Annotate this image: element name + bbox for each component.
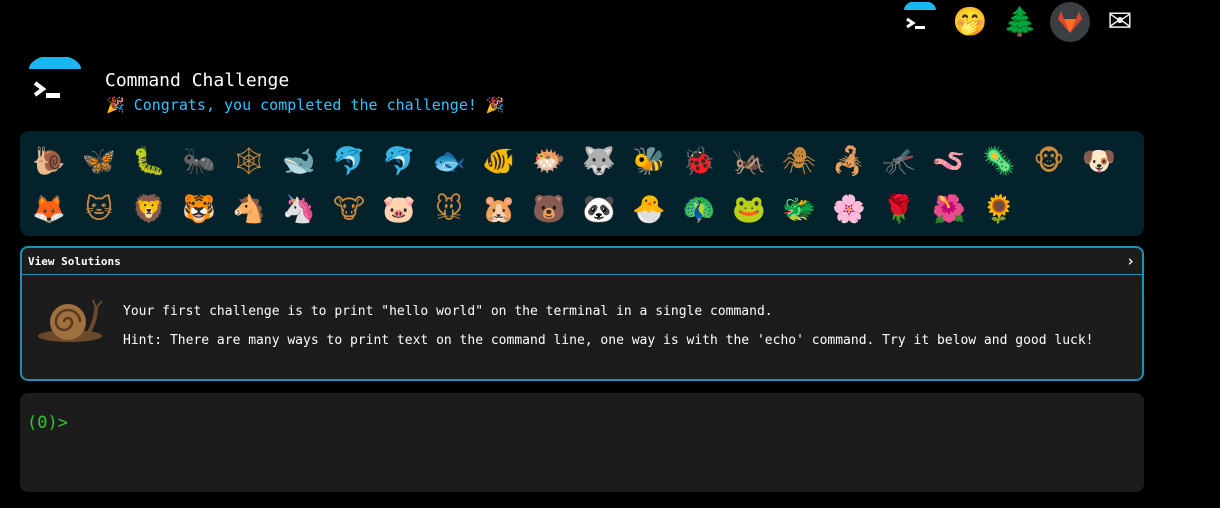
spider-web-icon[interactable]: 🕸 bbox=[224, 139, 274, 183]
fox-icon[interactable]: 🦊 bbox=[24, 187, 74, 231]
congrats-message: 🎉 Congrats, you completed the challenge!… bbox=[106, 96, 505, 114]
gitlab-icon[interactable] bbox=[1050, 2, 1090, 42]
progress-emoji-panel: 🐌 🦋 🐛 🐜 🕸 🐋 🐬 🐬 🐟 🐠 🐡 🐺 🐝 🐞 🦗 🕷 🦂 🦟 🪱 🦠 … bbox=[20, 131, 1144, 236]
hibiscus-icon[interactable]: 🌺 bbox=[924, 187, 974, 231]
horse-icon[interactable]: 🐴 bbox=[224, 187, 274, 231]
hamster-icon[interactable]: 🐹 bbox=[474, 187, 524, 231]
mouse-icon[interactable]: 🐭 bbox=[424, 187, 474, 231]
shushing-face-icon[interactable]: 🤭 bbox=[950, 2, 990, 42]
unicorn-icon[interactable]: 🦄 bbox=[274, 187, 324, 231]
cricket-icon[interactable]: 🦗 bbox=[724, 139, 774, 183]
sunflower-icon[interactable]: 🌻 bbox=[974, 187, 1024, 231]
emoji-row-2: 🦊 🐱 🦁 🐯 🐴 🦄 🐮 🐷 🐭 🐹 🐻 🐼 🐣 🦚 🐸 🐲 🌸 🌹 🌺 🌻 bbox=[24, 185, 1140, 233]
monkey-icon[interactable]: 🐵 bbox=[1024, 139, 1074, 183]
peacock-icon[interactable]: 🦚 bbox=[674, 187, 724, 231]
fly-icon[interactable]: 🦟 bbox=[874, 139, 924, 183]
microbe-icon[interactable]: 🦠 bbox=[974, 139, 1024, 183]
cherry-blossom-icon[interactable]: 🌸 bbox=[824, 187, 874, 231]
wolf-icon[interactable]: 🐺 bbox=[574, 139, 624, 183]
butterfly-icon[interactable]: 🦋 bbox=[74, 139, 124, 183]
bear-icon[interactable]: 🐻 bbox=[524, 187, 574, 231]
worm-icon[interactable]: 🪱 bbox=[924, 139, 974, 183]
view-solutions-bar[interactable]: View Solutions › bbox=[22, 248, 1142, 275]
challenge-card: View Solutions › Your first challenge is… bbox=[20, 246, 1144, 381]
terminal-prompt: (0)> bbox=[27, 413, 68, 433]
view-solutions-label[interactable]: View Solutions bbox=[28, 255, 121, 268]
spider-icon[interactable]: 🕷 bbox=[774, 139, 824, 183]
challenge-hint: Hint: There are many ways to print text … bbox=[123, 333, 1094, 348]
snail-icon bbox=[36, 298, 106, 348]
bee-icon[interactable]: 🐝 bbox=[624, 139, 674, 183]
command-challenge-logo bbox=[27, 55, 83, 113]
emoji-row-1: 🐌 🦋 🐛 🐜 🕸 🐋 🐬 🐬 🐟 🐠 🐡 🐺 🐝 🐞 🦗 🕷 🦂 🦟 🪱 🦠 … bbox=[24, 137, 1140, 185]
top-nav: 🤭 🌲 ✉ bbox=[900, 0, 1150, 44]
page-title: Command Challenge bbox=[105, 70, 290, 91]
cat-icon[interactable]: 🐱 bbox=[74, 187, 124, 231]
caterpillar-icon[interactable]: 🐛 bbox=[124, 139, 174, 183]
dragon-icon[interactable]: 🐲 bbox=[774, 187, 824, 231]
tropical-fish-icon[interactable]: 🐠 bbox=[474, 139, 524, 183]
frog-icon[interactable]: 🐸 bbox=[724, 187, 774, 231]
mail-icon[interactable]: ✉ bbox=[1100, 2, 1140, 42]
terminal[interactable]: (0)> bbox=[20, 393, 1144, 492]
lion-icon[interactable]: 🦁 bbox=[124, 187, 174, 231]
cow-icon[interactable]: 🐮 bbox=[324, 187, 374, 231]
dolphin-2-icon[interactable]: 🐬 bbox=[374, 139, 424, 183]
rose-icon[interactable]: 🌹 bbox=[874, 187, 924, 231]
challenge-description: Your first challenge is to print "hello … bbox=[123, 304, 773, 319]
pine-tree-icon[interactable]: 🌲 bbox=[1000, 2, 1040, 42]
dolphin-icon[interactable]: 🐬 bbox=[324, 139, 374, 183]
panda-icon[interactable]: 🐼 bbox=[574, 187, 624, 231]
hatching-chick-icon[interactable]: 🐣 bbox=[624, 187, 674, 231]
dog-icon[interactable]: 🐶 bbox=[1074, 139, 1124, 183]
scorpion-icon[interactable]: 🦂 bbox=[824, 139, 874, 183]
chevron-right-icon[interactable]: › bbox=[1126, 252, 1135, 270]
ladybug-icon[interactable]: 🐞 bbox=[674, 139, 724, 183]
tiger-icon[interactable]: 🐯 bbox=[174, 187, 224, 231]
whale-icon[interactable]: 🐋 bbox=[274, 139, 324, 183]
snail-icon[interactable]: 🐌 bbox=[24, 139, 74, 183]
blowfish-icon[interactable]: 🐡 bbox=[524, 139, 574, 183]
command-challenge-icon[interactable] bbox=[900, 2, 940, 42]
pig-icon[interactable]: 🐷 bbox=[374, 187, 424, 231]
ant-icon[interactable]: 🐜 bbox=[174, 139, 224, 183]
fish-icon[interactable]: 🐟 bbox=[424, 139, 474, 183]
